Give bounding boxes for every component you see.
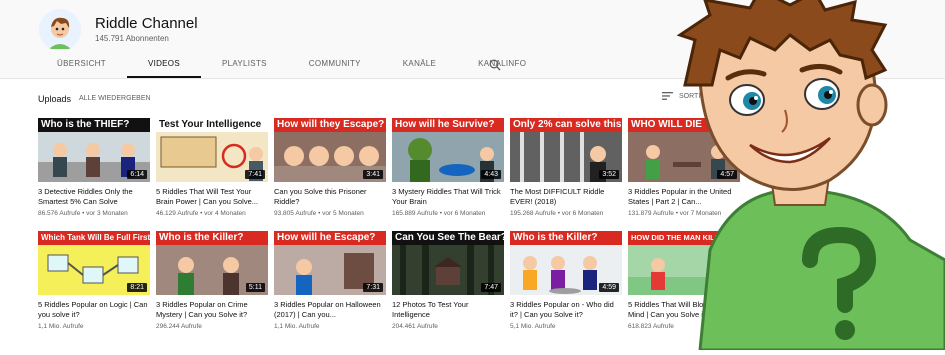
subscriber-count: 145.791 Abonnenten — [95, 34, 169, 43]
video-thumbnail[interactable]: Which Tank Will Be Full First? 8:21 — [38, 231, 150, 295]
video-duration: 3:52 — [599, 170, 619, 179]
video-card[interactable]: How will he Escape? 7:31 3 Riddles Popul… — [274, 231, 386, 331]
video-meta: 165.889 Aufrufe • vor 6 Monaten — [392, 210, 486, 217]
video-title[interactable]: 3 Mystery Riddles That Will Trick Your B… — [392, 187, 504, 207]
video-title[interactable]: 5 Riddles Popular on Logic | Can you sol… — [38, 300, 150, 320]
video-duration: 7:41 — [245, 170, 265, 179]
video-duration: 7:47 — [481, 283, 501, 292]
video-title[interactable]: Can you Solve this Prisoner Riddle? — [274, 187, 386, 207]
thumbnail-banner: Test Your Intelligence — [156, 118, 268, 132]
video-card[interactable]: Can You See The Bear? 7:47 12 Photos To … — [392, 231, 504, 331]
video-meta: 1,1 Mio. Aufrufe — [38, 323, 84, 330]
tab-videos[interactable]: VIDEOS — [126, 55, 201, 78]
video-card[interactable]: Who is the THIEF? 6:14 3 Detective Riddl… — [38, 118, 150, 218]
tab-community[interactable]: COMMUNITY — [288, 55, 382, 78]
video-duration: 8:21 — [127, 283, 147, 292]
video-thumbnail[interactable]: How will he Survive? 4:43 — [392, 118, 504, 182]
video-duration: 4:59 — [599, 283, 619, 292]
video-title[interactable]: 3 Riddles Popular on Crime Mystery | Can… — [156, 300, 268, 320]
video-meta: 296.244 Aufrufe — [156, 323, 202, 330]
uploads-label: Uploads — [38, 94, 72, 104]
video-meta: 204.461 Aufrufe — [392, 323, 438, 330]
video-title[interactable]: 5 Riddles That Will Test Your Brain Powe… — [156, 187, 268, 207]
video-title[interactable]: 3 Riddles Popular on Halloween (2017) | … — [274, 300, 386, 320]
video-thumbnail[interactable]: How will he Escape? 7:31 — [274, 231, 386, 295]
tab-about[interactable]: KANALINFO — [457, 55, 547, 78]
video-meta: 93.805 Aufrufe • vor 5 Monaten — [274, 210, 364, 217]
video-card[interactable]: Which Tank Will Be Full First? 8:21 5 Ri… — [38, 231, 150, 331]
video-duration: 3:41 — [363, 170, 383, 179]
thumbnail-banner: Only 2% can solve this! — [510, 118, 622, 132]
channel-tabs: ÜBERSICHT VIDEOS PLAYLISTS COMMUNITY KAN… — [36, 55, 547, 78]
video-thumbnail[interactable]: Who is the Killer? 5:11 — [156, 231, 268, 295]
video-meta: 86.576 Aufrufe • vor 3 Monaten — [38, 210, 128, 217]
video-thumbnail[interactable]: Only 2% can solve this! 3:52 — [510, 118, 622, 182]
search-icon[interactable] — [489, 58, 501, 71]
mascot-illustration — [640, 0, 945, 352]
play-all-button[interactable]: ALLE WIEDERGEBEN — [79, 95, 151, 102]
video-card[interactable]: Who is the Killer? 4:59 3 Riddles Popula… — [510, 231, 622, 331]
video-title[interactable]: 12 Photos To Test Your Intelligence — [392, 300, 504, 320]
video-meta: 195.268 Aufrufe • vor 6 Monaten — [510, 210, 604, 217]
video-card[interactable]: How will he Survive? 4:43 3 Mystery Ridd… — [392, 118, 504, 218]
video-thumbnail[interactable]: How will they Escape? 3:41 — [274, 118, 386, 182]
video-thumbnail[interactable]: Can You See The Bear? 7:47 — [392, 231, 504, 295]
video-card[interactable]: Who is the Killer? 5:11 3 Riddles Popula… — [156, 231, 268, 331]
video-title[interactable]: 3 Riddles Popular on - Who did it? | Can… — [510, 300, 622, 320]
video-meta: 46.129 Aufrufe • vor 4 Monaten — [156, 210, 246, 217]
video-thumbnail[interactable]: Who is the Killer? 4:59 — [510, 231, 622, 295]
thumbnail-banner: Who is the Killer? — [156, 231, 268, 245]
video-title[interactable]: The Most DIFFICULT Riddle EVER! (2018) — [510, 187, 622, 207]
video-duration: 4:43 — [481, 170, 501, 179]
thumbnail-banner: How will he Survive? — [392, 118, 504, 132]
thumbnail-banner: Who is the THIEF? — [38, 118, 150, 132]
video-card[interactable]: Only 2% can solve this! 3:52 The Most DI… — [510, 118, 622, 218]
tab-playlists[interactable]: PLAYLISTS — [201, 55, 288, 78]
video-duration: 7:31 — [363, 283, 383, 292]
video-duration: 6:14 — [127, 170, 147, 179]
channel-name: Riddle Channel — [95, 15, 198, 32]
tab-channels[interactable]: KANÄLE — [382, 55, 457, 78]
video-thumbnail[interactable]: Test Your Intelligence 7:41 — [156, 118, 268, 182]
tab-overview[interactable]: ÜBERSICHT — [36, 55, 127, 78]
thumbnail-banner: How will they Escape? — [274, 118, 386, 132]
video-card[interactable]: How will they Escape? 3:41 Can you Solve… — [274, 118, 386, 218]
video-thumbnail[interactable]: Who is the THIEF? 6:14 — [38, 118, 150, 182]
channel-avatar[interactable] — [39, 9, 81, 51]
video-meta: 1,1 Mio. Aufrufe — [274, 323, 320, 330]
video-duration: 5:11 — [245, 283, 265, 292]
thumbnail-banner: Who is the Killer? — [510, 231, 622, 245]
video-title[interactable]: 3 Detective Riddles Only the Smartest 5%… — [38, 187, 150, 207]
thumbnail-banner: Can You See The Bear? — [392, 231, 504, 245]
video-meta: 5,1 Mio. Aufrufe — [510, 323, 556, 330]
video-card[interactable]: Test Your Intelligence 7:41 5 Riddles Th… — [156, 118, 268, 218]
thumbnail-banner: How will he Escape? — [274, 231, 386, 245]
thumbnail-banner: Which Tank Will Be Full First? — [38, 231, 150, 245]
